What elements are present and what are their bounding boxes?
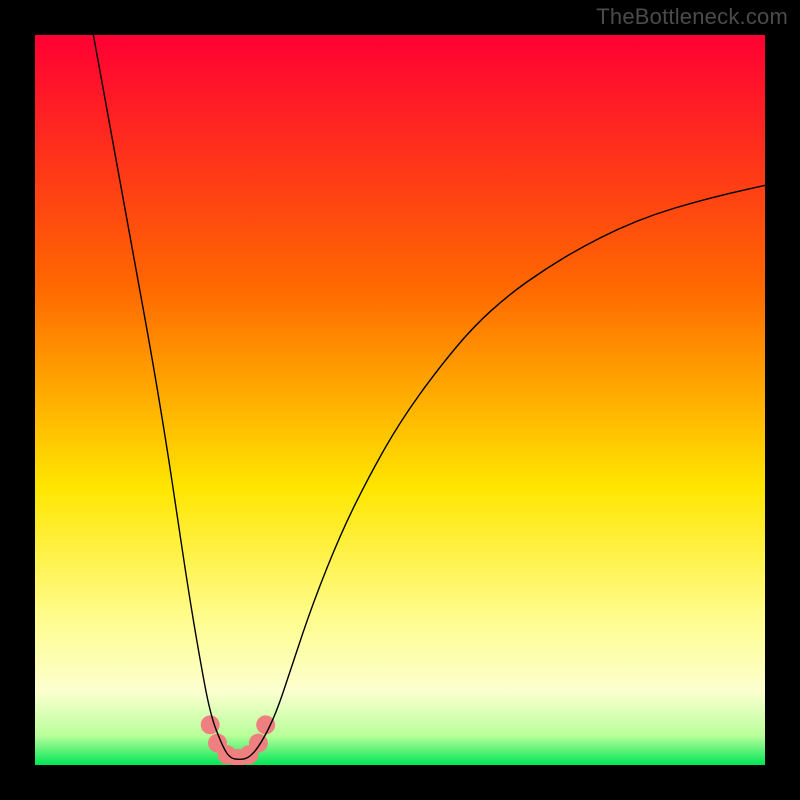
gradient-background (35, 35, 765, 765)
watermark-text: TheBottleneck.com (596, 4, 788, 30)
marker-dot (256, 715, 275, 734)
chart-svg (35, 35, 765, 765)
plot-area (35, 35, 765, 765)
chart-frame: TheBottleneck.com (0, 0, 800, 800)
